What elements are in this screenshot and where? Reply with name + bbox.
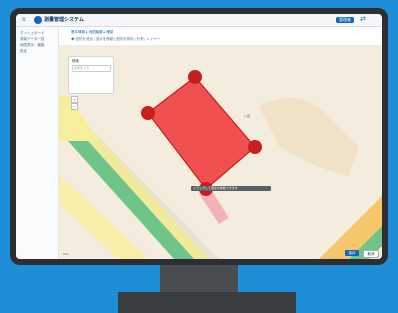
search-panel: 検索 住所を入力: [68, 56, 114, 94]
map-toolbar: 基本情報 ▸ 地図編集 ▸ 確認 ◆ 図形を追加 | 頂点を移動 | 図形を削除…: [59, 27, 382, 46]
map-scale: 10m: [63, 252, 69, 256]
sidebar-item-settings[interactable]: 設定: [20, 49, 27, 53]
cancel-button[interactable]: 取消: [363, 250, 379, 258]
logo-icon: [34, 16, 42, 24]
polygon-vertex[interactable]: [188, 70, 202, 84]
sidebar: ダッシュボード 測量データ一覧 地図表示・編集 設定: [16, 27, 59, 259]
user-badge[interactable]: 管理者: [336, 17, 354, 23]
vertex-tooltip: ドラッグして頂点を移動できます: [191, 186, 271, 191]
map-area-label: 公園: [244, 114, 251, 118]
zoom-out-button[interactable]: −: [71, 103, 78, 110]
map-canvas[interactable]: 検索 住所を入力 + − 公園 ドラッグして頂点を移動できます 10m 保存 取…: [59, 46, 382, 259]
polygon-vertex[interactable]: [141, 106, 155, 120]
app-header: ≡ 測量管理システム 管理者 ⇄: [16, 14, 382, 27]
share-icon[interactable]: ⇄: [360, 16, 366, 24]
monitor-frame: ≡ 測量管理システム 管理者 ⇄ ダッシュボード 測量データ一覧 地図表示・編集…: [10, 8, 388, 265]
panel-title: 検索: [72, 59, 79, 63]
zoom-in-button[interactable]: +: [71, 96, 78, 103]
tool-strip[interactable]: ◆ 図形を追加 | 頂点を移動 | 図形を削除 | 計測 | レイヤー: [71, 37, 160, 41]
sidebar-item-survey-list[interactable]: 測量データ一覧: [20, 37, 45, 41]
menu-icon[interactable]: ≡: [22, 17, 26, 23]
save-button[interactable]: 保存: [345, 250, 359, 256]
step-tabs[interactable]: 基本情報 ▸ 地図編集 ▸ 確認: [71, 30, 113, 34]
monitor-stand: [118, 292, 296, 313]
sidebar-item-map-edit[interactable]: 地図表示・編集: [20, 43, 45, 47]
search-input[interactable]: 住所を入力: [72, 65, 111, 72]
screen: ≡ 測量管理システム 管理者 ⇄ ダッシュボード 測量データ一覧 地図表示・編集…: [16, 14, 382, 259]
app-title: 測量管理システム: [44, 17, 84, 23]
polygon-vertex[interactable]: [248, 140, 262, 154]
monitor-neck: [160, 265, 238, 293]
sidebar-item-dashboard[interactable]: ダッシュボード: [20, 31, 45, 35]
